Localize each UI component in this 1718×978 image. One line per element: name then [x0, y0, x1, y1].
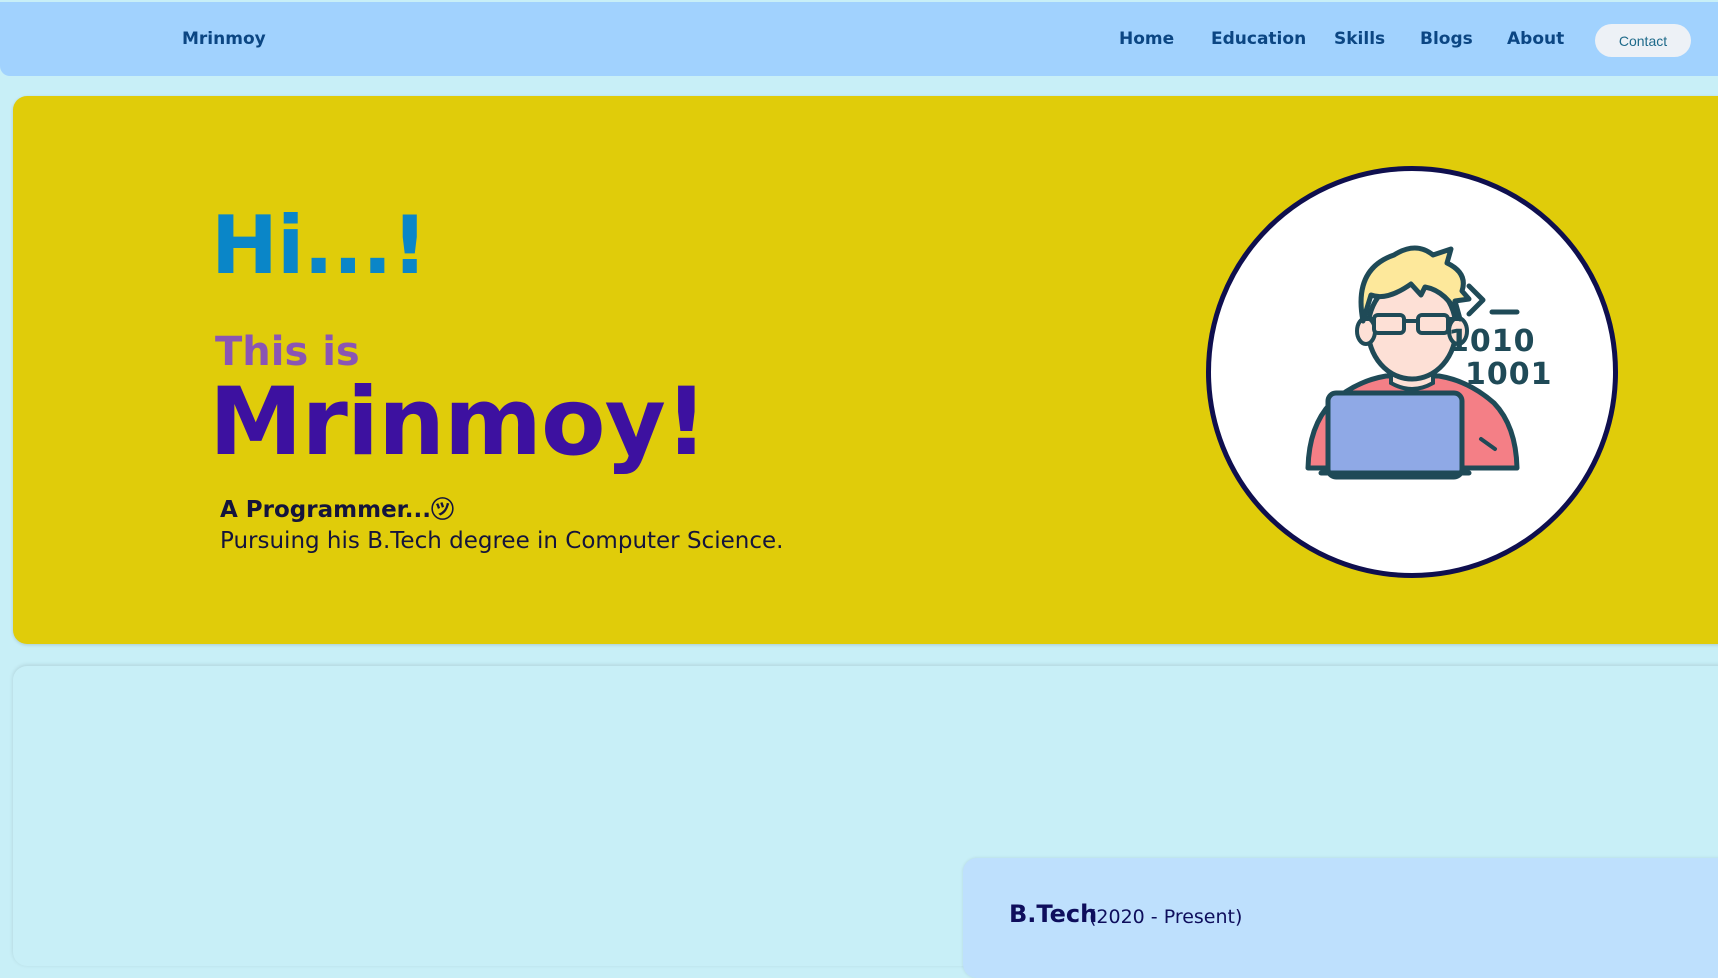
nav-home[interactable]: Home — [1119, 29, 1174, 49]
hero-section: Hi...! This is Mrinmoy! A Programmer...㋡… — [13, 96, 1718, 644]
avatar: 1010 1001 — [1206, 166, 1618, 578]
hero-this-is: This is — [215, 329, 360, 375]
programmer-with-laptop-icon: 1010 1001 — [1305, 245, 1553, 480]
nav-skills[interactable]: Skills — [1334, 29, 1385, 49]
contact-button[interactable]: Contact — [1595, 24, 1691, 57]
nav-about[interactable]: About — [1507, 29, 1564, 49]
hero-greeting: Hi...! — [211, 199, 428, 292]
hero-name: Mrinmoy! — [209, 368, 708, 477]
nav-blogs[interactable]: Blogs — [1420, 29, 1473, 49]
hero-role: A Programmer...㋡ — [220, 497, 454, 523]
navbar: Mrinmoy Home Education Skills Blogs Abou… — [0, 2, 1718, 76]
education-years: (2020 - Present) — [1089, 906, 1243, 928]
binary-1010: 1010 — [1448, 324, 1536, 359]
binary-1001: 1001 — [1465, 357, 1553, 392]
education-degree: B.Tech — [1009, 900, 1098, 928]
hero-description: Pursuing his B.Tech degree in Computer S… — [220, 528, 784, 554]
nav-education[interactable]: Education — [1211, 29, 1306, 49]
brand-logo[interactable]: Mrinmoy — [182, 29, 266, 49]
